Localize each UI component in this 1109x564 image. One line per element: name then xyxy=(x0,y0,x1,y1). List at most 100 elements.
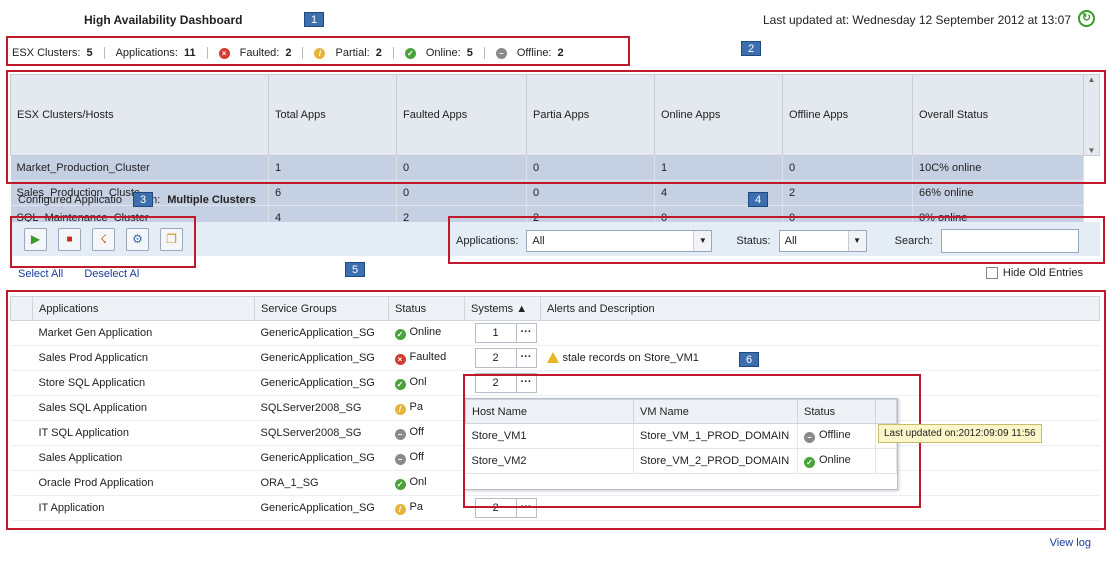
faulted-count: 2 xyxy=(285,47,292,59)
cell: 2 xyxy=(782,180,913,206)
search-input[interactable] xyxy=(940,229,1079,253)
applications-select[interactable]: All ▼ xyxy=(526,230,713,252)
partial-label[interactable]: Partial: xyxy=(335,47,369,59)
systems-stepper[interactable]: 2 ··· xyxy=(474,348,537,368)
col-vm-status[interactable]: Status xyxy=(797,399,876,424)
status-select[interactable]: All ▼ xyxy=(778,230,867,252)
faulted-icon: × xyxy=(218,47,230,59)
applications-count: 11 xyxy=(183,47,196,59)
clear-fault-icon[interactable]: ☇ xyxy=(92,228,115,251)
col-total-apps[interactable]: Total Apps xyxy=(268,74,397,156)
faulted-icon: × xyxy=(394,354,406,365)
configured-label-start: Configured Applicatio xyxy=(18,194,122,206)
hide-old-label: Hide Old Entries xyxy=(1002,267,1083,279)
col-vm-name[interactable]: VM Name xyxy=(633,399,798,424)
callout-1: 1 xyxy=(304,12,324,27)
cluster-scrollbar[interactable]: ▲ ▼ xyxy=(1083,74,1100,156)
service-group: SQLServer2008_SG xyxy=(254,395,389,421)
app-name: Sales Prod Applicaticn xyxy=(32,345,255,371)
selection-links: Select All Deselect Al xyxy=(18,268,157,280)
vm-name: Store_VM_1_PROD_DOMAIN xyxy=(633,423,798,449)
refresh-icon[interactable]: ↻ xyxy=(1078,10,1095,27)
systems-count: 2 xyxy=(492,377,499,389)
col-applications[interactable]: Applications xyxy=(32,296,255,321)
online-label[interactable]: Online: xyxy=(426,47,461,59)
online-icon: ✓ xyxy=(804,457,815,468)
app-name: Sales Application xyxy=(32,445,255,471)
table-row[interactable]: Store_VM1 Store_VM_1_PROD_DOMAIN − Offlin… xyxy=(465,423,897,449)
app-name: Oracle Prod Application xyxy=(32,470,255,496)
online-icon: ✓ xyxy=(394,379,406,390)
cell: 1 xyxy=(654,155,783,181)
systems-stepper[interactable]: 1 ··· xyxy=(474,323,537,343)
more-icon[interactable]: ··· xyxy=(515,349,536,367)
cell: 6 xyxy=(268,180,397,206)
play-icon[interactable]: ▶ xyxy=(24,228,47,251)
col-service-groups[interactable]: Service Groups xyxy=(254,296,389,321)
service-group: ORA_1_SG xyxy=(254,470,389,496)
cell: Market_Production_Cluster xyxy=(10,155,269,181)
vm-status: Offline xyxy=(819,429,851,441)
chevron-down-icon: ▼ xyxy=(847,231,866,251)
status-text: Online xyxy=(409,326,442,338)
faulted-label[interactable]: Faulted: xyxy=(240,47,280,59)
col-systems[interactable]: Systems ▲ xyxy=(464,296,541,321)
table-row[interactable]: Store SQL Applicaticn GenericApplication_… xyxy=(10,370,1100,396)
table-row[interactable]: IT Application GenericApplication_SG / Pa … xyxy=(10,495,1100,521)
app-name: Market Gen Application xyxy=(32,320,255,346)
online-icon: ✓ xyxy=(394,479,406,490)
host-name: Store_VM1 xyxy=(465,423,634,449)
status-text: Off xyxy=(409,451,424,463)
applications-filter-label: Applications: xyxy=(456,235,519,247)
systems-stepper[interactable]: 2 ··· xyxy=(474,498,537,518)
offline-icon: − xyxy=(495,47,507,59)
systems-stepper[interactable]: 2 ··· xyxy=(474,373,537,393)
more-icon[interactable]: ··· xyxy=(515,324,536,342)
offline-label[interactable]: Offline: xyxy=(517,47,552,59)
col-overall-status[interactable]: Overall Status xyxy=(912,74,1084,156)
deselect-all-link[interactable]: Deselect Al xyxy=(84,268,139,280)
status-text: Pa xyxy=(409,501,423,513)
col-host-name[interactable]: Host Name xyxy=(465,399,634,424)
search-label: Search: xyxy=(894,235,933,247)
col-faulted-apps[interactable]: Faulted Apps xyxy=(396,74,527,156)
service-group: SQLServer2008_SG xyxy=(254,420,389,446)
table-row[interactable]: Market Gen Application GenericApplication… xyxy=(10,320,1100,346)
more-icon[interactable]: ··· xyxy=(515,374,536,392)
table-row[interactable]: Store_VM2 Store_VM_2_PROD_DOMAIN ✓ Online xyxy=(465,448,897,474)
hide-old-entries[interactable]: Hide Old Entries xyxy=(985,267,1083,279)
cell: 66% online xyxy=(912,180,1084,206)
systems-count: 2 xyxy=(492,502,499,514)
last-updated: Last updated at: Wednesday 12 September … xyxy=(762,13,1071,27)
hide-old-checkbox[interactable] xyxy=(985,267,998,279)
col-status[interactable]: Status xyxy=(388,296,465,321)
table-row[interactable]: Market_Production_Cluster 1 0 0 1 0 10C% onlin… xyxy=(10,155,1100,181)
page-title: High Availability Dashboard xyxy=(84,13,243,27)
status-filter-label: Status: xyxy=(736,235,771,247)
partial-icon: / xyxy=(314,47,326,59)
filter-bar: Applications: All ▼ Status: All ▼ Search: xyxy=(456,229,1079,253)
stop-icon[interactable]: ■ xyxy=(58,228,81,251)
more-icon[interactable]: ··· xyxy=(515,499,536,517)
col-partial-apps[interactable]: Partia Apps xyxy=(526,74,655,156)
select-all-link[interactable]: Select All xyxy=(18,268,63,280)
cell: 0 xyxy=(396,180,527,206)
partial-icon: / xyxy=(394,504,406,515)
col-esx-clusters[interactable]: ESX Clusters/Hosts xyxy=(10,74,269,156)
table-row[interactable]: Sales Prod Applicaticn GenericApplication… xyxy=(10,345,1100,371)
view-log-link[interactable]: View log xyxy=(1050,537,1091,549)
col-offline-apps[interactable]: Offline Apps xyxy=(782,74,913,156)
status-text: Off xyxy=(409,426,424,438)
copy-icon[interactable]: ❐ xyxy=(160,228,183,251)
cell: 0 xyxy=(782,155,913,181)
callout-6: 6 xyxy=(739,352,759,367)
warning-icon xyxy=(546,352,559,363)
manage-icon[interactable]: ⚙ xyxy=(126,228,149,251)
applications-select-value: All xyxy=(532,235,545,247)
applications-label: Applications: xyxy=(115,47,178,59)
vm-name: Store_VM_2_PROD_DOMAIN xyxy=(633,448,798,474)
col-alerts[interactable]: Alerts and Description xyxy=(540,296,1100,321)
col-online-apps[interactable]: Online Apps xyxy=(654,74,783,156)
offline-count: 2 xyxy=(557,47,564,59)
callout-4: 4 xyxy=(748,192,768,207)
